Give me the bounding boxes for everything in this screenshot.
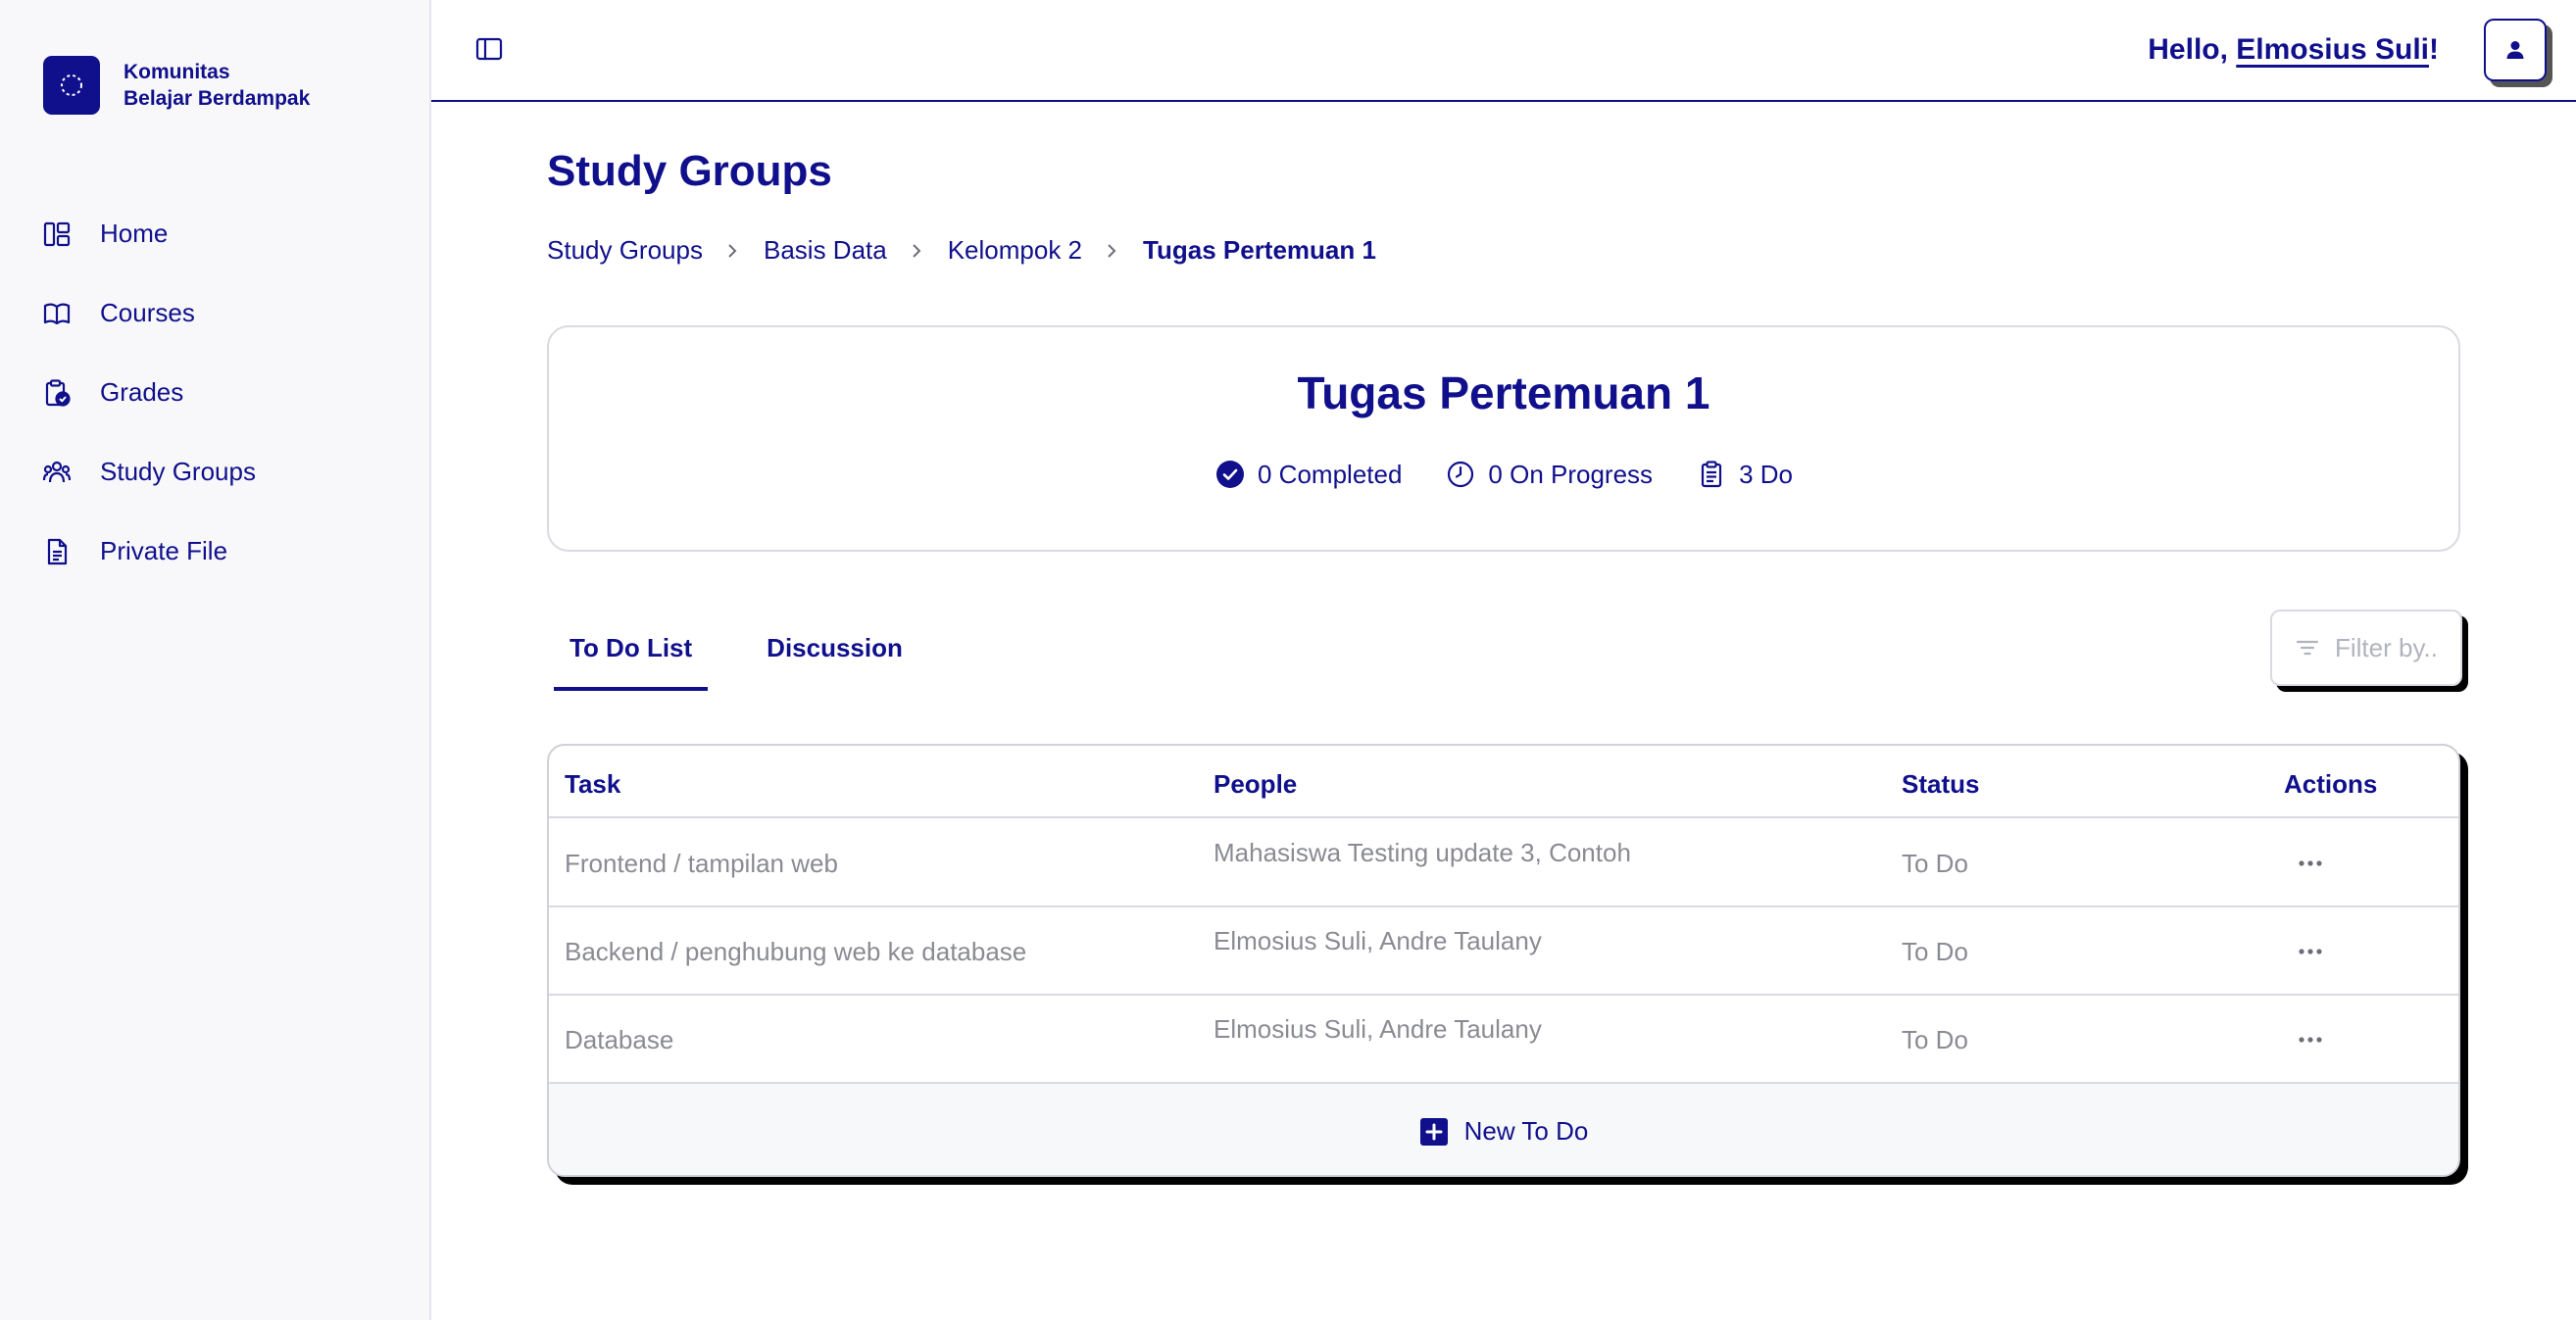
table-header-row: Task People Status Actions (549, 746, 2458, 818)
sidebar-item-label: Grades (100, 377, 184, 407)
file-icon (41, 536, 73, 567)
dashboard-icon (41, 219, 73, 250)
book-icon (41, 298, 73, 329)
sidebar-item-label: Courses (100, 298, 195, 327)
breadcrumb-item-current: Tugas Pertemuan 1 (1143, 235, 1376, 265)
todo-table: Task People Status Actions Frontend / ta… (547, 744, 2460, 1177)
profile-button[interactable] (2484, 19, 2547, 81)
task-cell: Backend / penghubung web ke database (565, 937, 1027, 966)
table-row: Database Elmosius Suli, Andre Taulany To… (549, 996, 2458, 1084)
more-actions-icon[interactable] (2292, 849, 2329, 878)
column-header-task: Task (565, 769, 621, 799)
check-circle-icon (1214, 459, 1246, 490)
filter-placeholder: Filter by.. (2335, 632, 2438, 662)
sidebar-item-private-file[interactable]: Private File (41, 512, 256, 591)
sidebar-toggle-icon[interactable] (474, 34, 506, 66)
status-cell: To Do (1902, 937, 1968, 966)
sidebar-item-label: Private File (100, 536, 228, 565)
stat-todo-label: 3 Do (1739, 459, 1793, 489)
sidebar-item-study-groups[interactable]: Study Groups (41, 432, 256, 512)
tab-to-do-list[interactable]: To Do List (554, 627, 709, 691)
clipboard-list-icon (1696, 459, 1727, 490)
filter-icon (2296, 640, 2319, 656)
filter-button[interactable]: Filter by.. (2270, 610, 2462, 686)
task-cell: Frontend / tampilan web (565, 849, 838, 878)
more-actions-icon[interactable] (2292, 1025, 2329, 1054)
user-icon (2506, 41, 2524, 59)
people-cell: Mahasiswa Testing update 3, Contoh (1214, 838, 1631, 867)
status-cell: To Do (1902, 1025, 1968, 1054)
breadcrumb: Study Groups Basis Data Kelompok 2 Tugas… (547, 235, 1376, 266)
tab-discussion[interactable]: Discussion (751, 627, 918, 691)
sidebar-item-label: Home (100, 219, 169, 248)
column-header-people: People (1214, 769, 1298, 799)
brand-name: Komunitas Belajar Berdampak (124, 59, 310, 112)
new-todo-label: New To Do (1463, 1116, 1589, 1146)
people-cell: Elmosius Suli, Andre Taulany (1214, 926, 1542, 955)
sidebar-nav: Home Courses Grades Study Groups Private… (41, 194, 256, 591)
brand-logo-icon (43, 56, 100, 115)
brand-line-1: Komunitas (124, 61, 230, 83)
task-cell: Database (565, 1025, 674, 1054)
stat-on-progress: 0 On Progress (1445, 459, 1653, 490)
chevron-right-icon (726, 241, 740, 261)
user-name-link[interactable]: Elmosius Suli (2236, 33, 2429, 66)
breadcrumb-item-study-groups[interactable]: Study Groups (547, 235, 703, 266)
chevron-right-icon (1106, 241, 1119, 261)
clipboard-check-icon (41, 377, 73, 409)
clock-icon (1445, 459, 1476, 490)
sidebar: Komunitas Belajar Berdampak Home Courses… (0, 0, 431, 1320)
new-todo-button[interactable]: New To Do (549, 1084, 2458, 1175)
stat-completed-label: 0 Completed (1258, 459, 1403, 489)
greeting-suffix: ! (2429, 33, 2439, 66)
greeting: Hello, Elmosius Suli! (2148, 33, 2439, 67)
brand[interactable]: Komunitas Belajar Berdampak (43, 56, 310, 115)
sidebar-item-home[interactable]: Home (41, 194, 256, 273)
sidebar-item-label: Study Groups (100, 457, 256, 486)
breadcrumb-item-basis-data[interactable]: Basis Data (764, 235, 887, 266)
task-summary-card: Tugas Pertemuan 1 0 Completed 0 On Progr… (547, 325, 2460, 552)
table-row: Frontend / tampilan web Mahasiswa Testin… (549, 819, 2458, 907)
stat-on-progress-label: 0 On Progress (1488, 459, 1654, 489)
sidebar-item-grades[interactable]: Grades (41, 353, 256, 432)
task-title: Tugas Pertemuan 1 (1297, 367, 1710, 418)
page-title: Study Groups (547, 147, 832, 195)
people-cell: Elmosius Suli, Andre Taulany (1214, 1014, 1542, 1044)
more-actions-icon[interactable] (2292, 937, 2329, 966)
stat-completed: 0 Completed (1214, 459, 1402, 490)
tabs: To Do List Discussion (554, 627, 962, 691)
greeting-prefix: Hello, (2148, 33, 2237, 66)
column-header-actions: Actions (2284, 769, 2378, 799)
sidebar-item-courses[interactable]: Courses (41, 273, 256, 353)
table-row: Backend / penghubung web ke database Elm… (549, 907, 2458, 996)
top-header: Hello, Elmosius Suli! (431, 0, 2576, 102)
chevron-right-icon (911, 241, 924, 261)
breadcrumb-item-kelompok[interactable]: Kelompok 2 (948, 235, 1082, 266)
stat-todo: 3 Do (1696, 459, 1793, 490)
column-header-status: Status (1902, 769, 1980, 799)
task-stats: 0 Completed 0 On Progress 3 Do (549, 459, 2458, 490)
users-icon (41, 457, 73, 488)
status-cell: To Do (1902, 849, 1968, 878)
brand-line-2: Belajar Berdampak (124, 87, 311, 110)
plus-square-icon (1419, 1117, 1448, 1146)
